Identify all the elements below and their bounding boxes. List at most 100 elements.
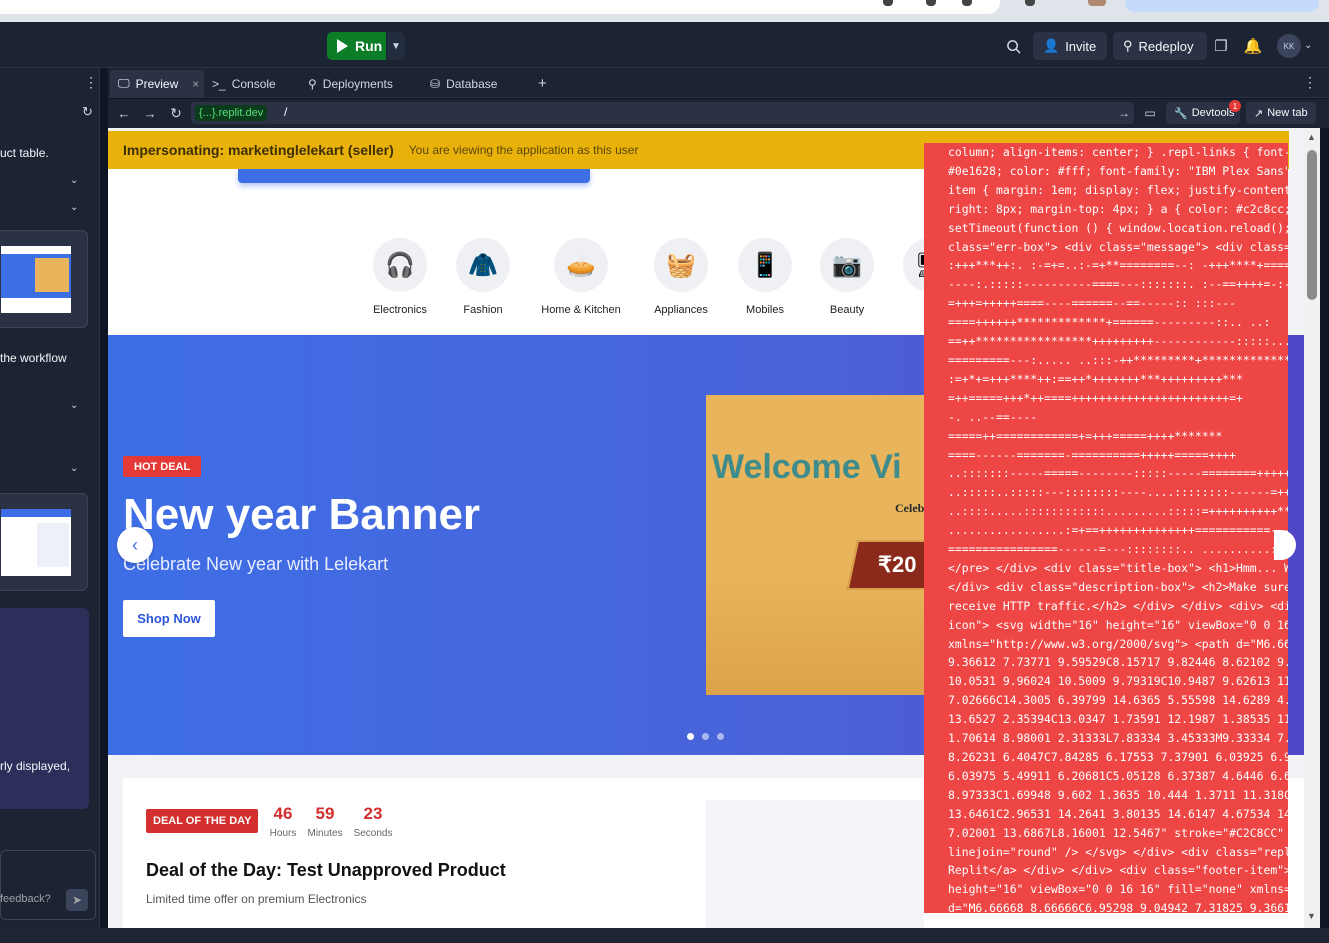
search-icon[interactable] xyxy=(1002,35,1024,57)
wrench-icon: 🔧 xyxy=(1174,107,1188,120)
redeploy-button[interactable]: ⚲ Redeploy xyxy=(1113,32,1207,60)
browser-toolbar xyxy=(0,0,1329,22)
close-icon[interactable]: × xyxy=(192,77,199,91)
url-input[interactable] xyxy=(191,102,1134,124)
forward-arrow-icon[interactable]: → xyxy=(142,104,158,122)
category-label: Home & Kitchen xyxy=(541,304,621,316)
screenshot-thumbnail[interactable] xyxy=(0,230,88,328)
category-mobiles[interactable]: 📱 Mobiles xyxy=(725,238,805,316)
appliances-icon: 🧺 xyxy=(654,238,708,292)
error-line: class="err-box"> <div class="message"> <… xyxy=(948,239,1288,254)
error-line: icon"> <svg width="16" height="16" viewB… xyxy=(948,617,1288,632)
tab-console[interactable]: >_ Console xyxy=(204,70,298,97)
extension-icon[interactable] xyxy=(883,0,893,6)
beauty-icon: 📷 xyxy=(820,238,874,292)
countdown-hours: 46 xyxy=(273,804,293,823)
url-domain-badge: {...}.replit.dev xyxy=(195,105,268,121)
error-overlay: column; align-items: center; } .repl-lin… xyxy=(924,143,1288,913)
electronics-icon: 🎧 xyxy=(373,238,427,292)
scrollbar-thumb[interactable] xyxy=(1307,150,1317,300)
hero-title: New year Banner xyxy=(123,490,481,539)
category-electronics[interactable]: 🎧 Electronics xyxy=(360,238,440,316)
chevron-down-icon[interactable]: ⌄ xyxy=(70,463,78,474)
category-fashion[interactable]: 🧥 Fashion xyxy=(443,238,523,316)
reload-icon[interactable]: ↻ xyxy=(168,104,184,122)
error-line: xmlns="http://www.w3.org/2000/svg"> <pat… xyxy=(948,636,1288,651)
downloads-icon[interactable] xyxy=(1025,0,1035,6)
browser-profile-pill[interactable] xyxy=(1125,0,1319,12)
deal-product-image[interactable] xyxy=(706,800,924,928)
chevron-down-icon[interactable]: ⌄ xyxy=(70,202,78,213)
impersonation-subtitle: You are viewing the application as this … xyxy=(408,143,639,157)
error-line: linejoin="round" /> </svg> </div> <div c… xyxy=(948,844,1288,859)
carousel-dot-active[interactable] xyxy=(687,733,694,740)
error-line: </div> <div class="description-box"> <h2… xyxy=(948,579,1288,594)
search-dropdown-edge xyxy=(238,169,590,183)
invite-button[interactable]: 👤 Invite xyxy=(1033,32,1107,60)
chevron-down-icon[interactable]: ⌄ xyxy=(70,400,78,411)
carousel-dot[interactable] xyxy=(717,733,724,740)
error-line: 6.03975 5.49911 6.20681C5.05128 6.37387 … xyxy=(948,768,1288,783)
error-line: #0e1628; color: #fff; font-family: "IBM … xyxy=(948,163,1288,178)
shop-now-button[interactable]: Shop Now xyxy=(123,600,215,637)
tab-database[interactable]: ⛁ Database xyxy=(422,70,518,97)
error-line: =++=====+++*++====++++++++++++++++++++++… xyxy=(948,390,1243,405)
tab-deployments[interactable]: ⚲ Deployments xyxy=(300,70,420,97)
notifications-bell-icon[interactable]: 🔔 xyxy=(1242,35,1264,57)
error-line: right: 8px; margin-top: 4px; } a { color… xyxy=(948,201,1288,216)
profile-avatar[interactable] xyxy=(1088,0,1106,6)
device-icon[interactable]: ▭ xyxy=(1140,103,1160,123)
chat-message-text: uct table. xyxy=(0,146,49,160)
countdown-minutes: 59 xyxy=(315,804,335,823)
history-icon[interactable]: ↻ xyxy=(82,104,93,120)
more-options-icon[interactable]: ⋮ xyxy=(1303,74,1317,91)
deal-badge: DEAL OF THE DAY xyxy=(146,809,259,833)
go-arrow-icon[interactable]: → xyxy=(1116,104,1132,122)
chat-message-text: the workflow xyxy=(0,351,67,365)
back-arrow-icon[interactable]: ← xyxy=(116,104,132,122)
category-beauty[interactable]: 📷 Beauty xyxy=(807,238,887,316)
tab-preview[interactable]: 🖵 Preview × xyxy=(110,70,204,97)
carousel-prev-button[interactable]: ‹ xyxy=(117,527,153,563)
error-line: =+++=+++++====----======--==-----:: :::-… xyxy=(948,296,1237,311)
scroll-down-icon[interactable]: ▼ xyxy=(1307,911,1316,921)
chevron-down-icon[interactable]: ⌄ xyxy=(70,175,78,186)
mobile-icon: 📱 xyxy=(738,238,792,292)
browser-address-bar[interactable] xyxy=(0,0,1000,14)
external-link-icon: ↗ xyxy=(1254,107,1264,120)
deal-title[interactable]: Deal of the Day: Test Unapproved Product xyxy=(146,860,506,881)
scroll-up-icon[interactable]: ▲ xyxy=(1307,132,1316,142)
error-line: Replit</a> </div> </div> <div class="foo… xyxy=(948,863,1288,878)
send-icon[interactable]: ➤ xyxy=(66,889,88,911)
preview-scrollbar[interactable]: ▲ ▼ xyxy=(1304,128,1320,928)
star-icon[interactable] xyxy=(962,0,972,6)
chat-message-card xyxy=(0,608,89,809)
error-line: ..:::::::-----=====--------:::::-----===… xyxy=(948,466,1288,481)
run-options-button[interactable]: ▼ xyxy=(387,32,405,60)
search-icon[interactable] xyxy=(926,0,936,6)
plus-icon: + xyxy=(538,75,547,92)
new-tab-button[interactable]: + xyxy=(530,70,554,97)
add-user-icon: 👤 xyxy=(1043,38,1060,53)
error-line: 13.6461C2.96531 14.2641 3.80135 14.6147 … xyxy=(948,806,1288,821)
error-line: :+++***++:. :-=+=..:-=+**========--: -++… xyxy=(948,258,1288,273)
screenshot-thumbnail[interactable] xyxy=(0,493,88,591)
run-button[interactable]: Run xyxy=(327,32,386,60)
user-avatar[interactable]: KK xyxy=(1277,34,1301,58)
error-line: 9.36612 7.73771 9.59529C8.15717 9.82446 … xyxy=(948,655,1288,670)
play-icon xyxy=(337,39,348,53)
more-options-icon[interactable]: ⋮ xyxy=(84,74,98,91)
home-kitchen-icon: 🥧 xyxy=(554,238,608,292)
redeploy-icon: ⚲ xyxy=(1123,38,1133,53)
error-line: :=+*+=+++****++:==++*+++++++***+++++++++… xyxy=(948,371,1243,386)
error-line: ====------=======-==========+++++=====++… xyxy=(948,447,1237,462)
new-tab-link[interactable]: ↗ New tab xyxy=(1246,102,1316,124)
copy-icon[interactable]: ❐ xyxy=(1210,35,1232,57)
hero-subtitle: Celebrate New year with Lelekart xyxy=(123,554,389,574)
category-home-kitchen[interactable]: 🥧 Home & Kitchen xyxy=(541,238,621,316)
error-line: 8.26231 6.4047C7.84285 6.17553 7.37901 6… xyxy=(948,750,1288,764)
chevron-down-icon[interactable]: ⌄ xyxy=(1304,40,1312,51)
category-appliances[interactable]: 🧺 Appliances xyxy=(641,238,721,316)
error-line: =========---:..... ..:::-++*********+***… xyxy=(948,352,1288,367)
carousel-dot[interactable] xyxy=(702,733,709,740)
